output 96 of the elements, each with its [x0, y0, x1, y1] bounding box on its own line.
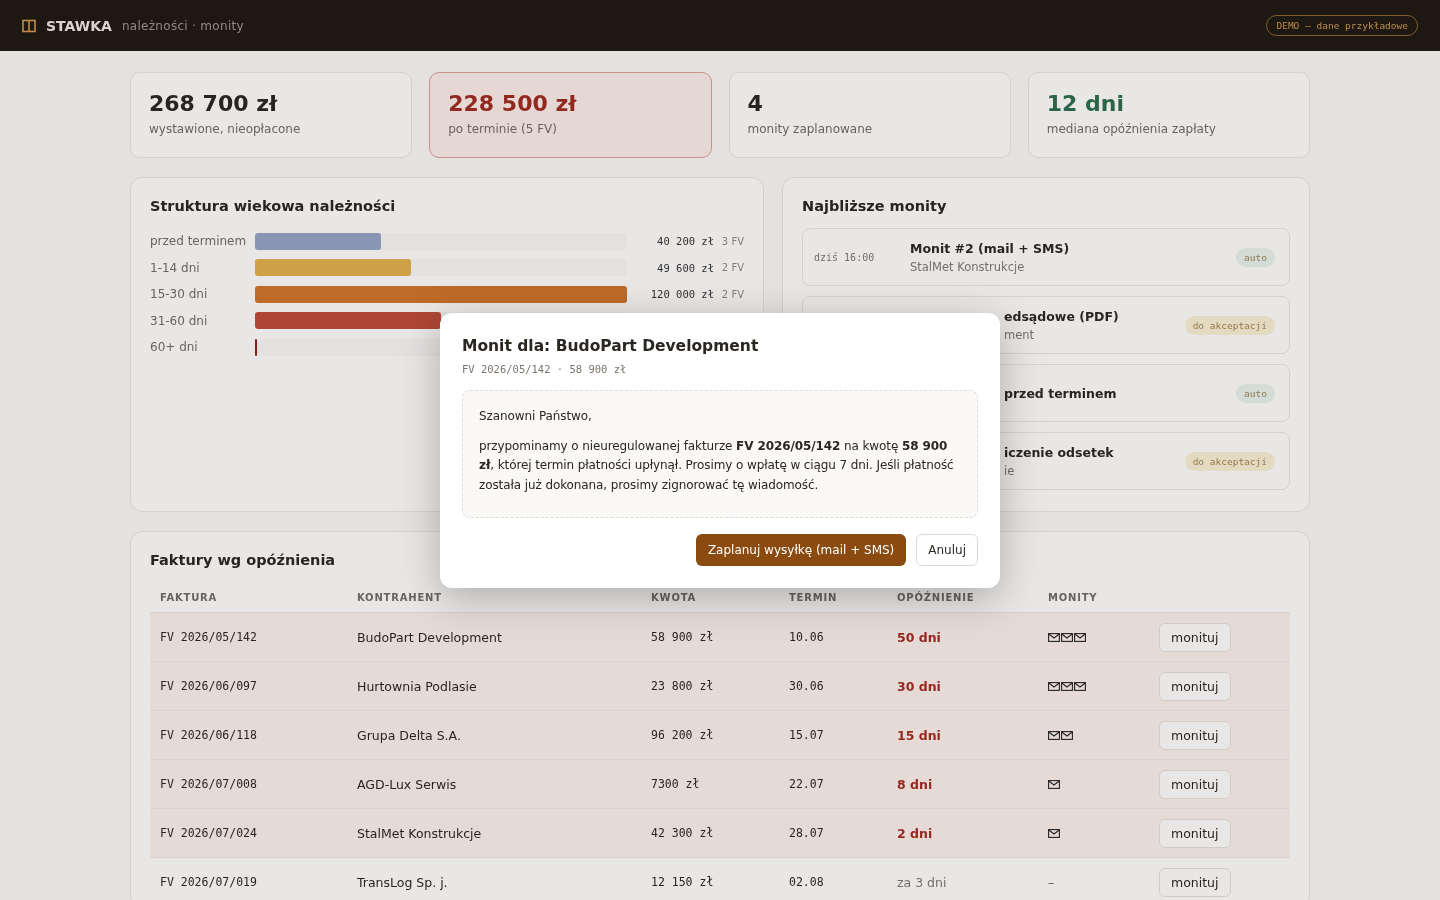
client-name: StalMet Konstrukcje	[357, 825, 483, 841]
aging-label: 15-30 dni	[150, 287, 209, 302]
invoice-number: FV 2026/07/019	[160, 875, 258, 889]
envelope-icon	[1048, 632, 1060, 642]
reminder-time: dziś 16:00	[814, 251, 876, 263]
column-header: KONTRAHENT	[357, 591, 443, 603]
dialog-title: Monit dla: BudoPart Development	[462, 337, 760, 355]
app-subtitle: należności · monity	[121, 18, 244, 33]
letter-body: przypominamy o nieuregulowanej fakturze FV 2026/05/142 na kwotę 58 900 zł, której termin płatności upłynął. Prosimy o wpłatę w ciągu 7 dni. Jeśli płatność została już dokonana, prosimy zignorować tę wiadomość.	[479, 437, 955, 494]
aging-amount: 49 600 zł	[657, 261, 714, 274]
delay: 50 dni	[897, 629, 942, 645]
amount: 42 300 zł	[651, 826, 715, 840]
no-reminders: –	[1048, 874, 1055, 890]
reminder-client: ie	[1004, 463, 1016, 478]
amount: 96 200 zł	[651, 728, 715, 742]
kpi-value: 4	[747, 91, 764, 116]
envelope-icon	[1061, 681, 1073, 691]
logo-icon	[22, 18, 36, 33]
due-date: 22.07	[789, 777, 825, 791]
aging-label: 60+ dni	[150, 340, 199, 355]
panel-title: Najbliższe monity	[802, 198, 948, 214]
amount: 23 800 zł	[651, 679, 715, 693]
amount: 7300 zł	[651, 777, 701, 791]
cancel-button[interactable]: Anuluj	[916, 534, 978, 566]
client-name: BudoPart Development	[357, 629, 503, 645]
dialog-meta: FV 2026/05/142 · 58 900 zł	[462, 363, 628, 375]
column-header: FAKTURA	[160, 591, 219, 603]
remind-button[interactable]: monituj	[1159, 671, 1231, 701]
envelope-icon	[1048, 779, 1060, 789]
invoice-number: FV 2026/06/118	[160, 728, 258, 742]
status-tag: auto	[1236, 383, 1275, 403]
client-name: Hurtownia Podlasie	[357, 678, 478, 694]
column-header: KWOTA	[651, 591, 698, 603]
letter-greeting: Szanowni Państwo,	[479, 408, 593, 425]
reminder-title: Monit #2 (mail + SMS)	[910, 240, 1070, 256]
aging-count: 3 FV	[720, 235, 744, 247]
envelope-icon	[1061, 632, 1073, 642]
aging-label: 31-60 dni	[150, 313, 209, 328]
invoice-number: FV 2026/06/097	[160, 679, 258, 693]
aging-amount: 40 200 zł	[657, 235, 714, 248]
aging-count: 2 FV	[720, 262, 744, 274]
schedule-button[interactable]: Zaplanuj wysyłkę (mail + SMS)	[695, 534, 907, 566]
reminder-client: ment	[1004, 327, 1036, 342]
amount: 12 150 zł	[651, 875, 715, 889]
status-tag: do akceptacji	[1184, 451, 1275, 471]
kpi-value: 268 700 zł	[149, 91, 279, 116]
kpi-label: monity zaplanowane	[747, 122, 874, 136]
kpi-value: 228 500 zł	[448, 91, 578, 116]
invoice-number: FV 2026/07/008	[160, 777, 258, 791]
reminder-title: edsądowe (PDF)	[1004, 308, 1119, 324]
aging-label: przed terminem	[150, 234, 248, 249]
envelope-icon	[1048, 828, 1060, 838]
aging-count: 2 FV	[720, 288, 744, 300]
panel-title: Struktura wiekowa należności	[150, 198, 397, 214]
due-date: 28.07	[789, 826, 825, 840]
status-tag: auto	[1236, 247, 1275, 267]
delay: 30 dni	[897, 678, 942, 694]
delay: 8 dni	[897, 776, 934, 792]
delay: za 3 dni	[897, 874, 948, 890]
remind-button[interactable]: monituj	[1159, 622, 1231, 652]
invoice-number: FV 2026/07/024	[160, 826, 258, 840]
client-name: Grupa Delta S.A.	[357, 727, 462, 743]
kpi-label: mediana opóźnienia zapłaty	[1046, 122, 1217, 136]
aging-amount: 120 000 zł	[650, 288, 714, 301]
due-date: 10.06	[789, 630, 825, 644]
panel-title: Faktury wg opóźnienia	[150, 552, 337, 568]
due-date: 02.08	[789, 875, 825, 889]
column-header: TERMIN	[789, 591, 839, 603]
kpi-label: wystawione, nieopłacone	[149, 122, 302, 136]
status-tag: do akceptacji	[1184, 315, 1275, 335]
reminder-client: StalMet Konstrukcje	[910, 259, 1026, 274]
remind-button[interactable]: monituj	[1159, 720, 1231, 750]
client-name: TransLog Sp. j.	[357, 874, 449, 890]
kpi-label: po terminie (5 FV)	[448, 122, 558, 136]
amount: 58 900 zł	[651, 630, 715, 644]
envelope-icon	[1074, 681, 1086, 691]
remind-button[interactable]: monituj	[1159, 867, 1231, 897]
envelope-icon	[1048, 730, 1060, 740]
brand-name: STAWKA	[46, 17, 112, 34]
column-header: OPÓŹNIENIE	[897, 591, 976, 603]
delay: 15 dni	[897, 727, 942, 743]
remind-button[interactable]: monituj	[1159, 769, 1231, 799]
delay: 2 dni	[897, 825, 934, 841]
reminder-title: przed terminem	[1004, 385, 1117, 401]
due-date: 30.06	[789, 679, 825, 693]
remind-button[interactable]: monituj	[1159, 818, 1231, 848]
invoice-number: FV 2026/05/142	[160, 630, 258, 644]
client-name: AGD-Lux Serwis	[357, 776, 458, 792]
envelope-icon	[1074, 632, 1086, 642]
aging-label: 1-14 dni	[150, 260, 201, 275]
due-date: 15.07	[789, 728, 825, 742]
column-header: MONITY	[1048, 591, 1099, 603]
kpi-value: 12 dni	[1046, 91, 1125, 116]
envelope-icon	[1048, 681, 1060, 691]
envelope-icon	[1061, 730, 1073, 740]
reminder-title: iczenie odsetek	[1004, 444, 1114, 460]
